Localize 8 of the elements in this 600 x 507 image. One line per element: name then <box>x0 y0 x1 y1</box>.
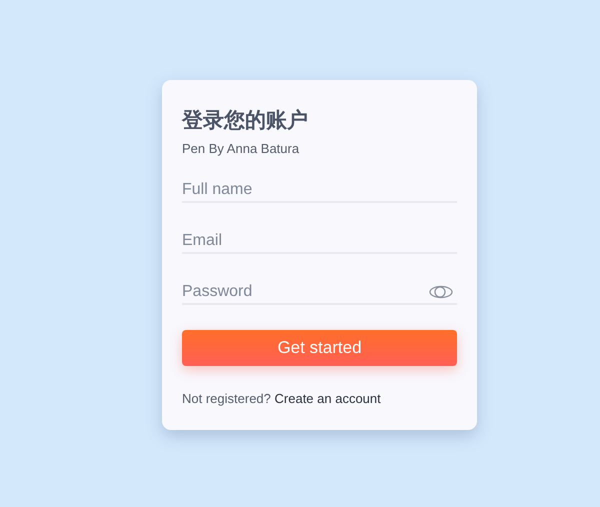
create-account-link[interactable]: Create an account <box>274 391 381 406</box>
footer-text: Not registered? <box>182 391 271 406</box>
eye-icon[interactable] <box>429 285 453 299</box>
subtitle: Pen By Anna Batura <box>182 141 300 156</box>
email-field[interactable]: Email <box>182 229 457 254</box>
input-field[interactable]: Full name <box>182 178 457 203</box>
card-title: 登录您的账户 <box>182 107 309 134</box>
password-field[interactable]: Password <box>182 280 457 305</box>
